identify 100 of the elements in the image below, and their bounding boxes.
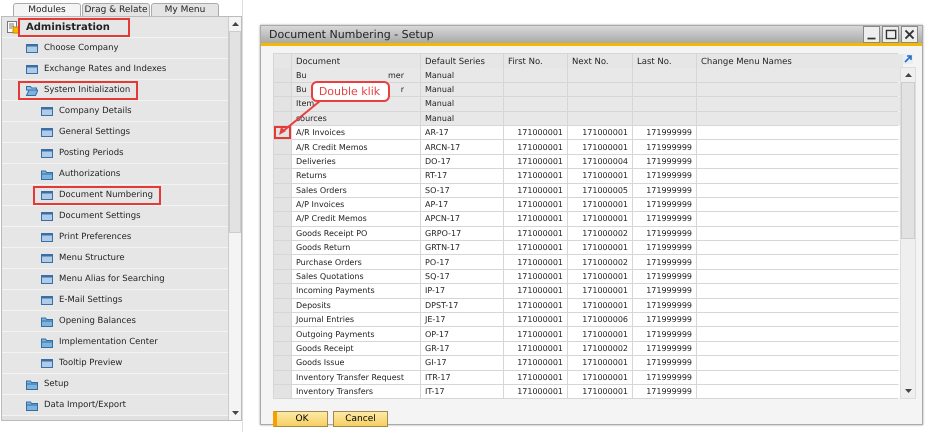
menu-item[interactable]: Administration — [18, 18, 130, 36]
table-cell: SQ-17 — [421, 270, 503, 284]
table-cell: 171000001 — [568, 198, 632, 212]
close-button[interactable] — [901, 26, 918, 43]
module-icon — [7, 20, 20, 34]
column-header[interactable]: Last No. — [633, 54, 696, 69]
menu-tab[interactable]: Drag & Relate — [82, 3, 150, 16]
menu-item[interactable]: System Initialization — [18, 80, 138, 100]
column-header[interactable]: Change Menu Names — [697, 54, 903, 69]
window-icon — [41, 148, 53, 158]
table-cell: Inventory Transfers — [292, 384, 420, 398]
table-cell: 171999999 — [633, 255, 696, 269]
scroll-down-icon — [230, 410, 240, 416]
folder-icon — [41, 336, 53, 348]
minimize-button[interactable] — [863, 26, 880, 43]
table-cell: DPST-17 — [421, 298, 503, 312]
table-cell: Deposits — [292, 298, 420, 312]
scroll-down-icon — [904, 388, 912, 394]
open-folder-icon — [26, 84, 38, 96]
table-cell: 171000001 — [504, 270, 567, 284]
menu-item[interactable]: Document Numbering — [33, 186, 162, 204]
column-header[interactable]: Default Series — [421, 54, 503, 69]
table-cell: 171999999 — [633, 270, 696, 284]
menu-tab[interactable]: Modules — [13, 3, 81, 16]
table-cell: 171999999 — [633, 226, 696, 240]
table-cell: 171000001 — [504, 241, 567, 254]
table-cell: 171000001 — [504, 184, 567, 197]
table-cell: 171999999 — [633, 356, 696, 370]
table-cell: Deliveries — [292, 154, 420, 168]
scroll-thumb[interactable] — [901, 82, 915, 239]
window-icon — [41, 252, 53, 264]
table-cell: PO-17 — [421, 255, 503, 269]
column-header[interactable]: First No. — [504, 54, 567, 69]
window-title: Document Numbering - Setup — [269, 28, 435, 41]
table-cell — [633, 112, 696, 125]
table-cell: 171000001 — [504, 126, 567, 140]
column-header[interactable]: Next No. — [568, 54, 632, 69]
table-cell: 171999999 — [633, 212, 696, 226]
table-cell: 171000001 — [568, 140, 632, 154]
scroll-up-icon — [904, 72, 912, 78]
table-cell: Goods Return — [292, 241, 420, 254]
table-cell: Goods Receipt PO — [292, 226, 420, 240]
table-cell: GI-17 — [421, 356, 503, 370]
table-cell: Sales Quotations — [292, 270, 420, 284]
table-cell: 171999999 — [633, 140, 696, 154]
menu-tab[interactable]: My Menu — [151, 3, 219, 16]
table-cell: 171000001 — [504, 327, 567, 341]
folder-icon — [41, 316, 53, 326]
table-cell: 171000001 — [568, 212, 632, 226]
table-cell: AP-17 — [421, 198, 503, 212]
scrollbar[interactable] — [228, 17, 241, 420]
window-icon — [41, 274, 53, 284]
table-cell — [504, 112, 567, 125]
table-cell: 171999999 — [633, 370, 696, 384]
folder-icon — [41, 168, 53, 180]
table-cell: 171999999 — [633, 126, 696, 140]
table-cell: 171000001 — [504, 154, 567, 168]
table-cell: 171000005 — [568, 184, 632, 197]
table-cell: Bu mer — [292, 68, 420, 82]
table-cell: 171000004 — [568, 154, 632, 168]
table-cell: 171000001 — [568, 370, 632, 384]
table-cell: IT-17 — [421, 384, 503, 398]
table-cell: Goods Receipt — [292, 342, 420, 356]
table-cell: ARCN-17 — [421, 140, 503, 154]
window-icon — [41, 232, 53, 242]
table-cell: 171999999 — [633, 184, 696, 197]
table-cell: Sales Orders — [292, 184, 420, 197]
table-cell: A/R Invoices — [292, 126, 420, 140]
table-cell: Inventory Transfer Request — [292, 370, 420, 384]
table-cell: 171000001 — [504, 342, 567, 356]
table-cell: Manual — [421, 68, 503, 82]
cancel-button[interactable]: Cancel — [333, 411, 388, 428]
table-cell: OP-17 — [421, 327, 503, 341]
table-cell: 171000001 — [568, 284, 632, 298]
maximize-button[interactable] — [882, 26, 899, 43]
table-cell: Outgoing Payments — [292, 327, 420, 341]
table-cell: 171999999 — [633, 198, 696, 212]
header-corner — [274, 54, 291, 69]
table-cell: A/P Invoices — [292, 198, 420, 212]
table-cell: 171999999 — [633, 313, 696, 326]
table-cell: 171999999 — [633, 169, 696, 183]
table-cell: ITR-17 — [421, 370, 503, 384]
table-cell: Returns — [292, 169, 420, 183]
table-cell: 171000002 — [568, 342, 632, 356]
table-cell: 171000001 — [568, 241, 632, 254]
table-cell: 171999999 — [633, 241, 696, 254]
window-icon — [26, 64, 38, 74]
folder-icon — [26, 400, 38, 410]
scrollbar[interactable] — [900, 67, 916, 400]
scroll-up-icon — [230, 21, 240, 27]
ok-button[interactable]: OK — [273, 411, 328, 428]
column-header[interactable]: Document — [292, 54, 420, 69]
table-cell: 171000002 — [568, 255, 632, 269]
table-cell: 171999999 — [633, 342, 696, 356]
table-cell: 171000001 — [568, 356, 632, 370]
table-cell: 171999999 — [633, 384, 696, 398]
window-icon — [41, 210, 53, 222]
scroll-thumb[interactable] — [229, 31, 241, 233]
table-cell: Incoming Payments — [292, 284, 420, 298]
table-cell: Manual — [421, 82, 503, 96]
